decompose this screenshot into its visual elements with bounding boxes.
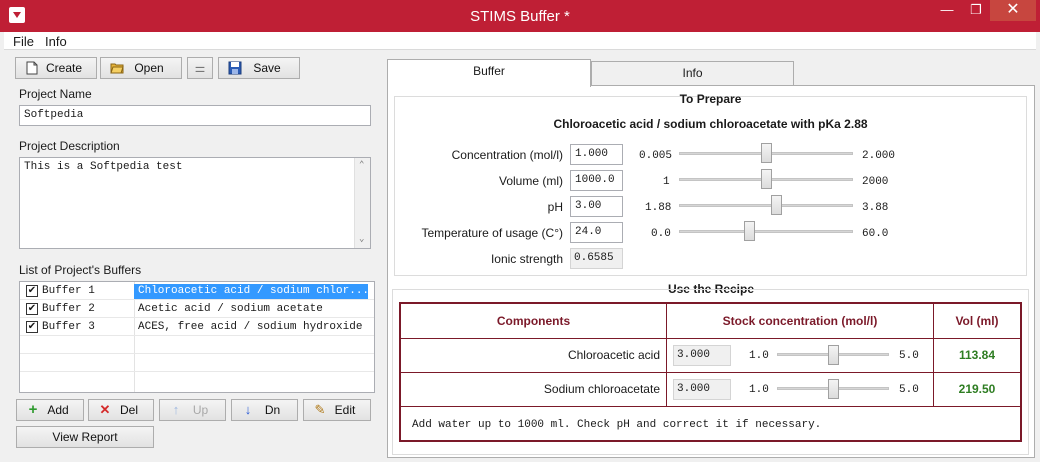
volume-header: Vol (ml) [934,304,1020,339]
edit-buffer-button[interactable]: ✎ Edit [303,399,371,421]
title-bar: STIMS Buffer * — ❐ ✕ [0,0,1040,32]
move-down-button[interactable]: ↓ Dn [231,399,298,421]
move-up-button[interactable]: ↑ Up [159,399,226,421]
project-name-label: Project Name [19,87,92,101]
temperature-min: 0.0 [651,228,671,240]
create-button[interactable]: Create [15,57,97,79]
tab-info[interactable]: Info [591,61,794,85]
component-name: Sodium chloroacetate [543,382,660,396]
stock-slider-thumb[interactable] [828,345,839,365]
volume-input[interactable]: 1000.0 [570,170,623,191]
concentration-slider-thumb[interactable] [761,143,772,163]
stock-concentration-input[interactable]: 3.000 [673,345,731,366]
buffers-grid: ✔ Buffer 1 Chloroacetic acid / sodium ch… [19,281,375,393]
open-button[interactable]: Open [100,57,182,79]
to-prepare-group: To Prepare Chloroacetic acid / sodium ch… [394,92,1027,276]
ph-label: pH [547,200,563,214]
component-cell: Sodium chloroacetate [401,373,667,407]
description-scrollbar[interactable] [354,158,370,248]
ionic-strength-label: Ionic strength [490,252,563,266]
project-description-textarea[interactable]: This is a Softpedia test [19,157,371,249]
buffer-checkbox[interactable]: ✔ [26,321,38,333]
view-report-button[interactable]: View Report [16,426,154,448]
menu-info[interactable]: Info [45,34,67,49]
stock-concentration-header: Stock concentration (mol/l) [667,304,934,339]
options-dropdown-button[interactable]: ⚌ [187,57,213,79]
volume-value: 219.50 [934,373,1020,407]
ph-input[interactable]: 3.00 [570,196,623,217]
stock-max: 5.0 [899,350,919,362]
temperature-slider-thumb[interactable] [743,221,755,241]
stock-cell: 3.000 1.0 5.0 [667,373,934,407]
ph-slider-thumb[interactable] [771,195,783,215]
concentration-label: Concentration (mol/l) [451,148,563,162]
empty-row [20,337,374,354]
stock-max: 5.0 [899,384,919,396]
temperature-slider-track[interactable] [679,230,853,233]
component-cell: Chloroacetic acid [401,339,667,373]
recipe-note: Add water up to 1000 ml. Check pH and co… [412,419,822,431]
ph-max: 3.88 [862,202,889,214]
volume-slider-thumb[interactable] [761,169,772,189]
stock-concentration-input[interactable]: 3.000 [673,379,731,400]
empty-row [20,355,374,372]
add-buffer-button[interactable]: + Add [16,399,84,421]
component-name: Chloroacetic acid [567,348,660,362]
buffers-list-label: List of Project's Buffers [19,263,142,277]
ph-min: 1.88 [645,202,672,214]
temperature-max: 60.0 [862,228,889,240]
volume-max: 2000 [862,176,889,188]
buffer-checkbox[interactable]: ✔ [26,303,38,315]
project-description-label: Project Description [19,139,120,153]
window-title: STIMS Buffer * [470,8,570,25]
project-description-text: This is a Softpedia test [24,161,183,173]
concentration-min: 0.005 [639,150,673,162]
ionic-strength-value: 0.6585 [570,248,623,269]
menu-file[interactable]: File [13,34,34,49]
components-header: Components [401,304,667,339]
temperature-label: Temperature of usage (C°) [421,226,563,240]
stock-min: 1.0 [749,350,769,362]
left-panel: Create Open ⚌ Save Project Name Softpedi… [4,51,379,458]
close-button[interactable]: ✕ [990,0,1036,21]
delete-buffer-button[interactable]: ✕ Del [88,399,154,421]
stock-slider-thumb[interactable] [828,379,839,399]
minimize-button[interactable]: — [932,0,962,21]
temperature-input[interactable]: 24.0 [570,222,623,243]
right-panel: Buffer Info To Prepare Chloroacetic acid… [385,51,1036,458]
buffer-checkbox[interactable]: ✔ [26,285,38,297]
stock-cell: 3.000 1.0 5.0 [667,339,934,373]
volume-label: Volume (ml) [498,174,563,188]
volume-min: 1 [663,176,670,188]
ph-slider-track[interactable] [679,204,853,207]
volume-value: 113.84 [934,339,1020,373]
save-button[interactable]: Save [218,57,300,79]
concentration-input[interactable]: 1.000 [570,144,623,165]
menu-bar: File Info [4,32,1036,50]
concentration-max: 2.000 [862,150,896,162]
maximize-button[interactable]: ❐ [962,0,990,21]
recipe-table: Components Stock concentration (mol/l) V… [399,302,1022,442]
buffer-row[interactable]: ✔ Buffer 3 ACES, free acid / sodium hydr… [20,319,374,336]
tab-buffer[interactable]: Buffer [387,59,591,87]
buffer-tab-content: To Prepare Chloroacetic acid / sodium ch… [387,85,1035,458]
stock-min: 1.0 [749,384,769,396]
project-name-input[interactable]: Softpedia [19,105,371,126]
buffer-row[interactable]: ✔ Buffer 2 Acetic acid / sodium acetate [20,301,374,318]
to-prepare-title: To Prepare [679,92,742,106]
buffer-row[interactable]: ✔ Buffer 1 Chloroacetic acid / sodium ch… [20,283,374,300]
empty-row [20,373,374,390]
buffer-subtitle: Chloroacetic acid / sodium chloroacetate… [553,117,868,131]
